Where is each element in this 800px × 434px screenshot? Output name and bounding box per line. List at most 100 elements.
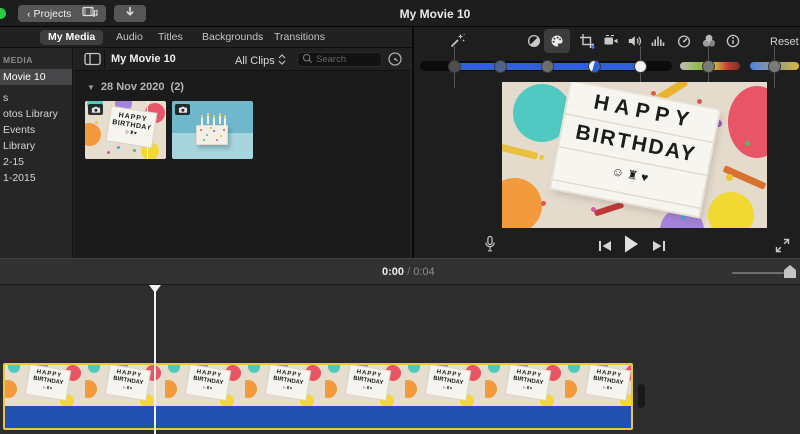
balloon-red xyxy=(728,86,767,158)
balloon-dot xyxy=(328,365,340,373)
traffic-light-green[interactable] xyxy=(0,8,6,19)
lightbox-sign-mini: HAPPY BIRTHDAY ☺♜♥ xyxy=(105,365,151,400)
camera-badge-icon xyxy=(175,104,190,115)
confetti-dots xyxy=(103,149,106,152)
party-horn xyxy=(722,165,767,190)
speed-gauge-icon[interactable] xyxy=(676,33,692,49)
cake-graphic xyxy=(196,113,228,145)
play-icon[interactable] xyxy=(622,234,640,259)
time-display: 0:00 / 0:04 xyxy=(382,266,435,278)
timeline-area[interactable]: HAPPY BIRTHDAY ☺♜♥ HAPPY BIRTHDAY ☺♜♥ HAPPY B… xyxy=(0,285,800,434)
media-thumbnail-birthday-sign[interactable]: HAPPY BIRTHDAY ☺♜♥ xyxy=(85,101,166,159)
media-thumbnail-cake[interactable] xyxy=(172,101,253,159)
confetti-dots xyxy=(532,112,535,115)
crop-icon[interactable] xyxy=(579,33,595,49)
preview-viewer[interactable]: HAPPY BIRTHDAY ☺ ♜ ♥ xyxy=(502,82,767,228)
projects-back-button[interactable]: ‹ Projects xyxy=(18,5,81,22)
timeline-clip-frame: HAPPY BIRTHDAY ☺♜♥ xyxy=(245,365,325,406)
balloon-dot xyxy=(408,365,420,373)
balloon-dot xyxy=(565,380,577,398)
playhead-marker[interactable] xyxy=(149,285,161,293)
disclosure-triangle-icon[interactable]: ▼ xyxy=(87,83,95,92)
color-balance-icon[interactable] xyxy=(526,33,542,49)
enhance-wand-icon[interactable] xyxy=(449,33,465,49)
sidebar-item-2-15[interactable]: 2-15 xyxy=(0,154,72,170)
balloon-dot xyxy=(568,365,580,373)
clip-zoom-slider-track[interactable] xyxy=(732,272,784,274)
sidebar-item-1[interactable]: s xyxy=(0,90,72,106)
balloon-dot xyxy=(488,365,500,373)
title-bar: ‹ Projects My Movie 10 xyxy=(0,0,800,27)
playhead-line[interactable] xyxy=(154,285,156,434)
tab-transitions[interactable]: Transitions xyxy=(266,30,333,45)
balloon-dot xyxy=(85,380,97,398)
tab-audio[interactable]: Audio xyxy=(108,30,151,45)
balloon-dot xyxy=(248,365,260,373)
balloon-dot xyxy=(485,380,497,398)
current-time: 0:00 xyxy=(382,266,405,278)
timeline-clip-frame: HAPPY BIRTHDAY ☺♜♥ xyxy=(565,365,631,406)
media-tab-bar: My Media Audio Titles Backgrounds Transi… xyxy=(0,27,412,48)
tab-my-media[interactable]: My Media xyxy=(40,30,104,45)
info-icon[interactable] xyxy=(725,33,741,49)
back-chevron-icon: ‹ xyxy=(27,7,31,20)
next-frame-icon[interactable] xyxy=(652,239,666,257)
balloon-dot xyxy=(325,380,337,398)
noise-equalizer-icon[interactable] xyxy=(650,33,666,49)
sidebar-item-events[interactable]: Events xyxy=(0,122,72,138)
search-field[interactable] xyxy=(297,52,382,67)
projects-button-label: Projects xyxy=(33,7,72,20)
browser-header: My Movie 10 All Clips xyxy=(74,48,410,71)
lightbox-sign-mini: HAPPY BIRTHDAY ☺♜♥ xyxy=(505,365,551,400)
lightbox-sign-mini: HAPPY BIRTHDAY ☺♜♥ xyxy=(185,365,231,400)
media-group-header[interactable]: ▼ 28 Nov 2020 (2) xyxy=(87,81,184,93)
lightbox-sign-mini: HAPPY BIRTHDAY ☺♜♥ xyxy=(425,365,471,400)
levels-handle-black-point[interactable] xyxy=(447,59,461,73)
saturation-handle[interactable] xyxy=(701,59,715,73)
stabilization-camera-icon[interactable] xyxy=(603,33,619,49)
clips-filter-label: All Clips xyxy=(235,55,275,67)
tab-titles[interactable]: Titles xyxy=(150,30,191,45)
media-browser-button[interactable] xyxy=(74,5,106,22)
sidebar-item-photos-library[interactable]: otos Library xyxy=(0,106,72,122)
timeline-end-handle[interactable] xyxy=(638,384,645,408)
party-horn xyxy=(593,201,625,217)
fullscreen-icon[interactable] xyxy=(774,237,791,259)
search-input[interactable] xyxy=(316,54,377,65)
tab-backgrounds[interactable]: Backgrounds xyxy=(194,30,271,45)
duration-filter-icon[interactable] xyxy=(387,51,403,72)
timeline-clip-selected[interactable]: HAPPY BIRTHDAY ☺♜♥ HAPPY BIRTHDAY ☺♜♥ HAPPY B… xyxy=(3,363,633,430)
levels-handle-white-point[interactable] xyxy=(633,59,647,73)
temperature-handle[interactable] xyxy=(767,59,781,73)
timeline-clip-frame: HAPPY BIRTHDAY ☺♜♥ xyxy=(405,365,485,406)
lightbox-sign-mini: HAPPY BIRTHDAY ☺♜♥ xyxy=(106,106,157,148)
levels-handle-midtones[interactable] xyxy=(540,59,554,73)
balloon-yellow xyxy=(708,192,754,228)
balloon-dot xyxy=(405,380,417,398)
previous-frame-icon[interactable] xyxy=(598,239,612,257)
color-correction-palette-icon[interactable] xyxy=(549,33,565,49)
total-duration: 0:04 xyxy=(413,266,435,278)
levels-handle-highlights[interactable] xyxy=(587,59,601,73)
sidebar-item-library[interactable]: Library xyxy=(0,138,72,154)
balloon-dot xyxy=(168,365,180,373)
download-arrow-icon xyxy=(123,5,137,22)
import-button[interactable] xyxy=(114,5,146,22)
clips-filter-dropdown[interactable]: All Clips xyxy=(235,53,286,69)
lightbox-sign-mini: HAPPY BIRTHDAY ☺♜♥ xyxy=(265,365,311,400)
voiceover-mic-icon[interactable] xyxy=(482,235,498,259)
sidebar-item-1-2015[interactable]: 1-2015 xyxy=(0,170,72,186)
sidebar-item-movie-10[interactable]: Movie 10 xyxy=(0,69,72,85)
timeline-clip-frame: HAPPY BIRTHDAY ☺♜♥ xyxy=(85,365,165,406)
balloon-dot xyxy=(245,380,257,398)
libraries-sidebar: MEDIA Movie 10 s otos Library Events Lib… xyxy=(0,48,73,258)
sidebar-toggle-icon[interactable] xyxy=(84,52,101,71)
imovie-window: ‹ Projects My Movie 10 My Media Audio Ti… xyxy=(0,0,800,434)
browser-title: My Movie 10 xyxy=(111,53,176,65)
transport-bar xyxy=(414,232,800,258)
clip-zoom-slider-handle[interactable] xyxy=(784,265,796,278)
clip-filter-circles-icon[interactable] xyxy=(701,33,717,49)
balloon-dot xyxy=(165,380,177,398)
updown-chevrons-icon xyxy=(278,53,286,69)
levels-handle-shadows[interactable] xyxy=(493,59,507,73)
